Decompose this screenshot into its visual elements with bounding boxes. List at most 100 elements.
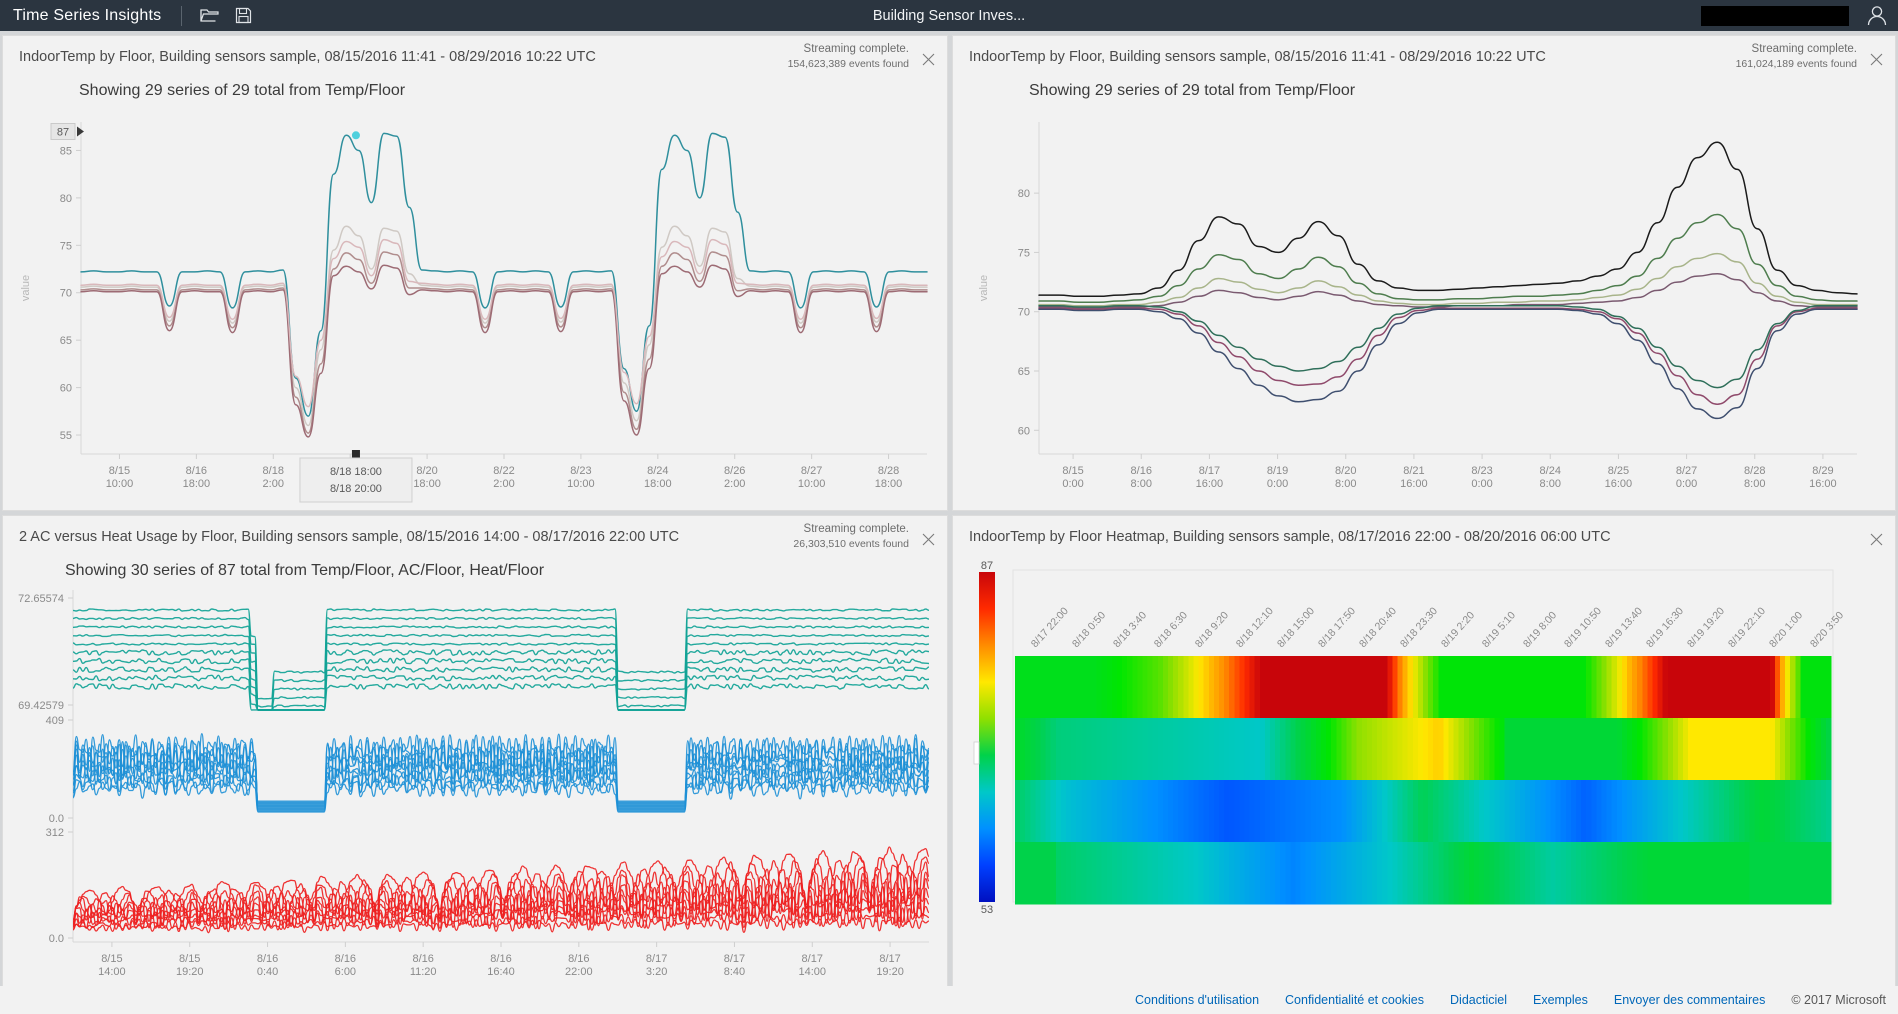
heatmap-cell [1708, 656, 1715, 719]
close-icon[interactable] [1867, 530, 1885, 548]
heatmap-cell [1525, 718, 1531, 781]
series-line-6[interactable] [1038, 305, 1858, 389]
heatmap-cell [1326, 656, 1332, 719]
heatmap-cell [1423, 656, 1429, 719]
heatmap-cell [1759, 656, 1766, 719]
heatmap-cell [1412, 718, 1419, 781]
series-line-0[interactable] [80, 132, 928, 417]
heatmap-cell [1555, 842, 1562, 905]
heatmap-cell [1213, 718, 1220, 781]
series-line-5[interactable] [1038, 308, 1858, 420]
heatmap-cell [1066, 656, 1072, 719]
heatmap-cell [1815, 718, 1822, 781]
series-line-4[interactable] [1038, 307, 1858, 405]
heatmap-cell [1224, 842, 1230, 905]
heatmap-cell [1713, 780, 1720, 843]
heatmap-cell [1387, 656, 1393, 719]
heatmap-cell [1423, 842, 1429, 905]
x-tick-label-date: 8/17 [879, 953, 900, 965]
heatmap-cell [1535, 780, 1541, 843]
close-icon[interactable] [919, 50, 937, 68]
heatmap-cell [1290, 842, 1297, 905]
search-input[interactable] [1701, 5, 1849, 26]
heatmap-cell [1366, 656, 1373, 719]
footer-link-privacy[interactable]: Confidentialité et cookies [1285, 993, 1424, 1007]
series-temp-3[interactable] [72, 633, 930, 711]
heatmap-cell [1351, 780, 1358, 843]
heatmap-cell [1168, 780, 1174, 843]
heatmap-plot-area[interactable]: 87 53 8/17 22:00 8/18 0:50 8/18 3:40 8/18 6:3… [953, 560, 1895, 1010]
heatmap-cell [1810, 656, 1817, 719]
colorbar-handle[interactable] [973, 741, 980, 765]
x-tick-label-time: 2:00 [493, 478, 514, 490]
heatmap-cell [1825, 780, 1832, 843]
heatmap-cell [1453, 842, 1460, 905]
heatmap-cell [1086, 842, 1093, 905]
heatmap-cell [1076, 656, 1082, 719]
close-icon[interactable] [919, 530, 937, 548]
heatmap-cell [1458, 656, 1465, 719]
heatmap-x-tick-label: 8/19 5:10 [1480, 609, 1518, 650]
heatmap-cell [1800, 842, 1807, 905]
footer-link-tutorial[interactable]: Didacticiel [1450, 993, 1507, 1007]
heatmap-x-tick-label: 8/20 3:50 [1808, 609, 1846, 650]
panel-indoortemp-floor-line-2: IndoorTemp by Floor, Building sensors sa… [952, 35, 1896, 511]
heatmap-cell [1479, 780, 1485, 843]
heatmap-cell [1346, 656, 1353, 719]
heatmap-cell [1611, 718, 1618, 781]
heatmap-cell [1734, 718, 1740, 781]
x-tick-label-time: 3:20 [646, 966, 667, 978]
footer-link-feedback[interactable]: Envoyer des commentaires [1614, 993, 1765, 1007]
heatmap-cell [1545, 656, 1552, 719]
series-temp-7[interactable] [72, 666, 930, 711]
series-temp-8[interactable] [72, 674, 930, 711]
heatmap-cell [1764, 842, 1771, 905]
heatmap-cell [1683, 718, 1689, 781]
chart-plot-area[interactable]: 60 65 70 75 80 value 8/15 0:00 8/16 8:00 8/17 16:00… [953, 100, 1895, 510]
heatmap-cell [1315, 842, 1322, 905]
folder-open-icon[interactable] [196, 5, 222, 27]
heatmap-cell [1734, 780, 1740, 843]
heatmap-cell [1270, 656, 1276, 719]
series-line-0[interactable] [1038, 141, 1858, 298]
chart-plot-area[interactable]: 72.65574 69.42579 409 0.0 312 0.0 8/15 14:00 8/1… [3, 580, 947, 1010]
series-line-2[interactable] [80, 251, 928, 434]
series-temp-5[interactable] [72, 649, 930, 711]
highlighted-point[interactable] [351, 131, 360, 140]
heatmap-cell [1423, 718, 1429, 781]
close-icon[interactable] [1867, 50, 1885, 68]
heatmap-cells[interactable] [1015, 656, 1832, 905]
heatmap-cell [1351, 656, 1358, 719]
heatmap-cell [1790, 656, 1796, 719]
heatmap-cell [1071, 780, 1077, 843]
heatmap-cell [1662, 656, 1669, 719]
heatmap-cell [1219, 656, 1225, 719]
heatmap-cell [1249, 718, 1256, 781]
heatmap-cell [1162, 718, 1169, 781]
heatmap-cell [1489, 718, 1495, 781]
user-account-icon[interactable] [1862, 0, 1892, 31]
heatmap-cell [1208, 842, 1215, 905]
footer-link-samples[interactable]: Exemples [1533, 993, 1588, 1007]
heatmap-cell [1366, 718, 1373, 781]
heatmap-cell [1086, 656, 1093, 719]
heatmap-cell [1509, 656, 1516, 719]
footer-link-terms[interactable]: Conditions d'utilisation [1135, 993, 1259, 1007]
heatmap-cell [1111, 780, 1118, 843]
heatmap-cell [1361, 780, 1368, 843]
heatmap-cell [1627, 842, 1633, 905]
series-line-3[interactable] [1038, 273, 1858, 309]
heatmap-cell [1729, 842, 1735, 905]
series-temp-9[interactable] [72, 683, 930, 711]
heatmap-cell [1565, 780, 1572, 843]
x-tick-label-date: 8/23 [1471, 465, 1492, 477]
chart-plot-area[interactable]: 55 60 65 70 75 80 85 value 87 8/15 10:00 8/16 18:00 8… [3, 100, 947, 510]
heatmap-cell [1560, 780, 1567, 843]
save-icon[interactable] [230, 5, 256, 27]
heatmap-colorbar[interactable] [979, 572, 995, 902]
series-line-3[interactable] [80, 264, 928, 438]
series-line-1[interactable] [80, 225, 928, 427]
x-tick-label-date: 8/15 [101, 953, 122, 965]
heatmap-cell [1785, 842, 1791, 905]
heatmap-cell [1361, 718, 1368, 781]
